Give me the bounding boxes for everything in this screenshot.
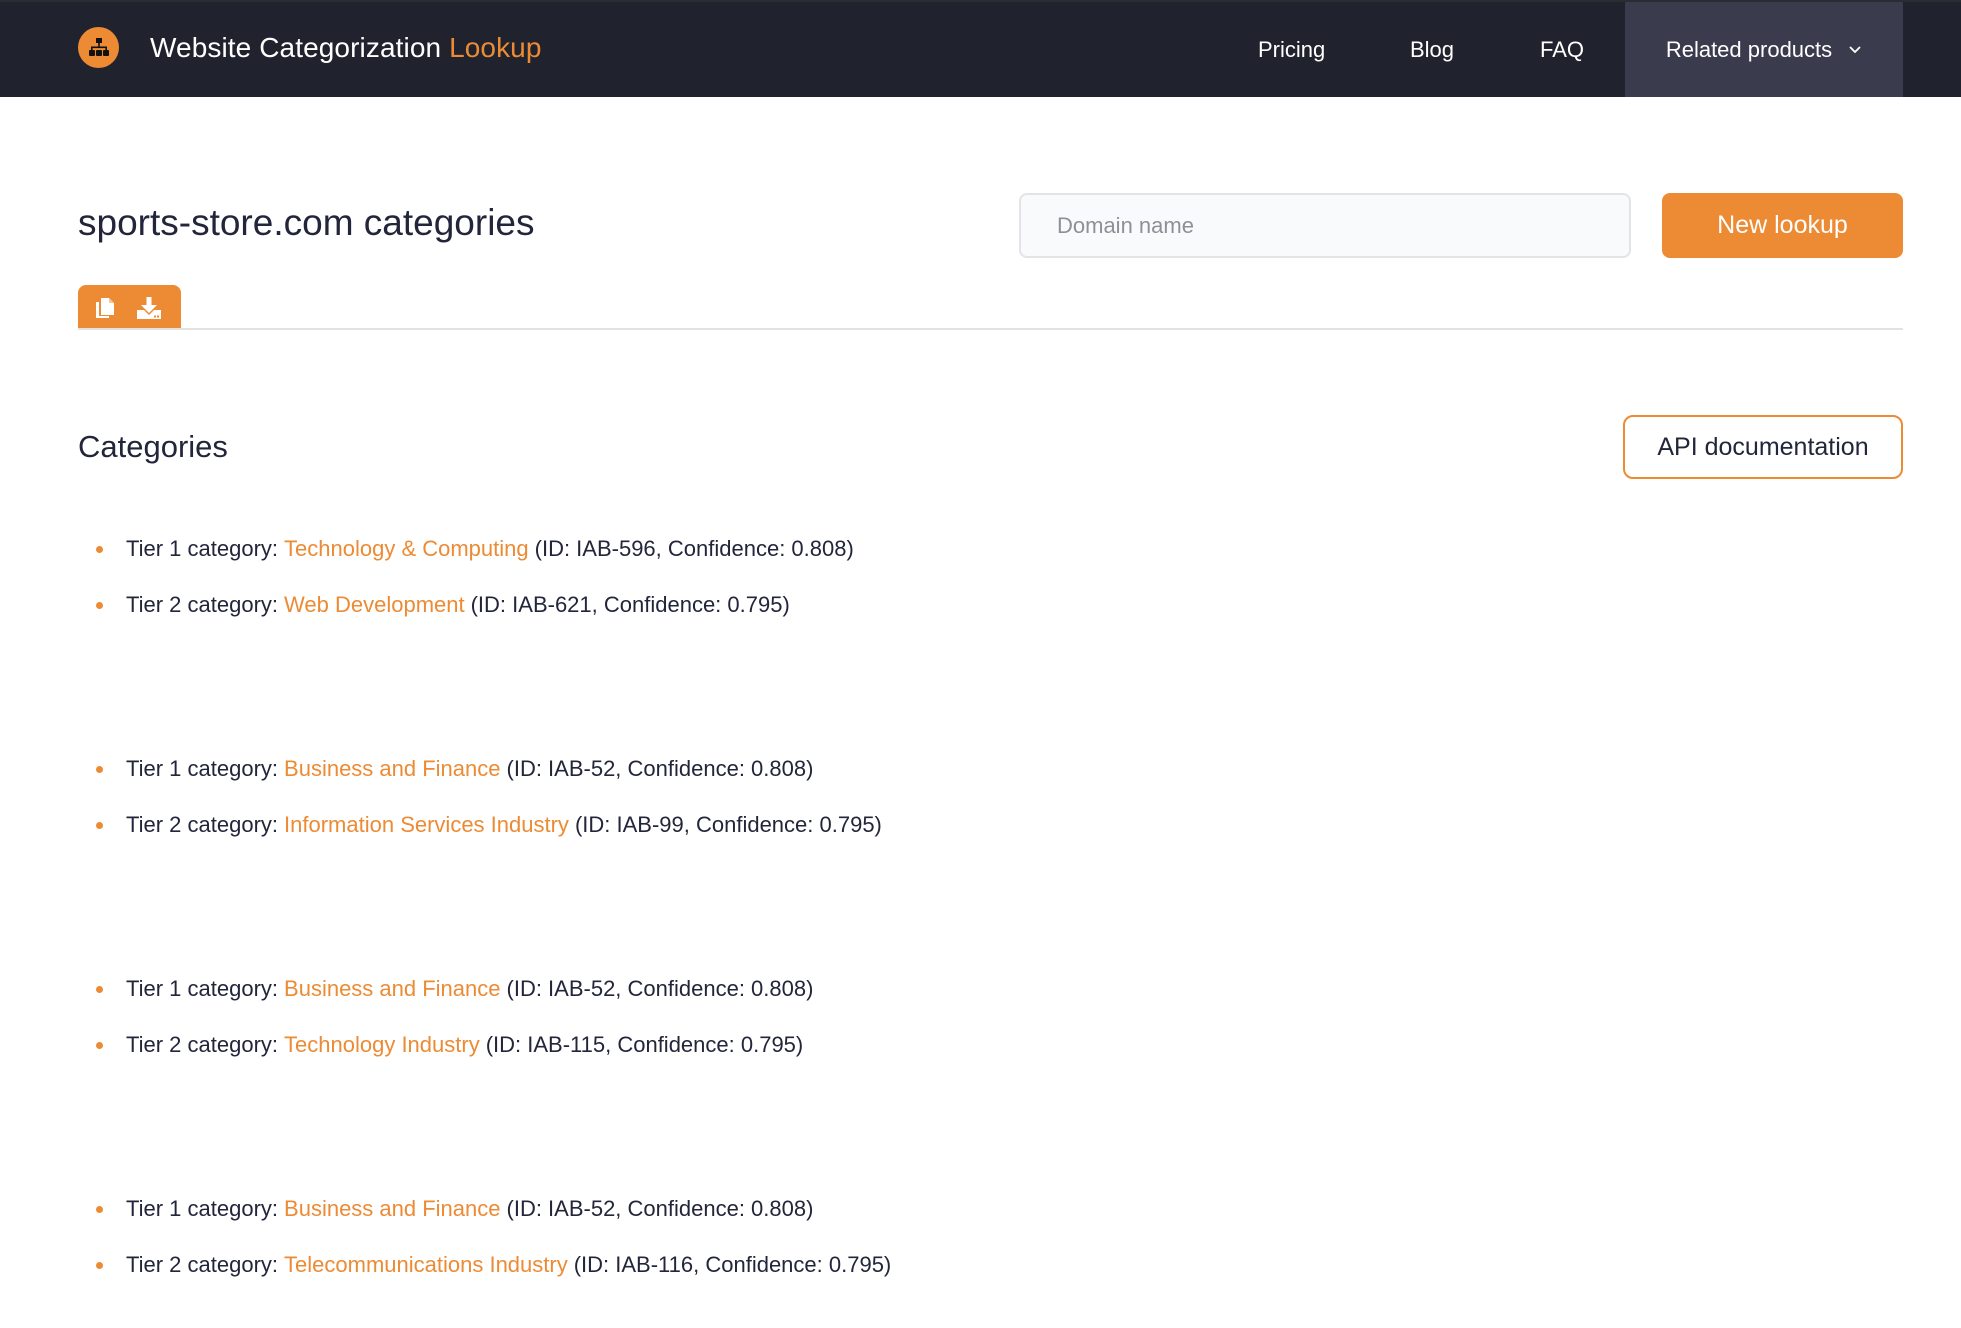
tier-label: Tier 2 category: bbox=[126, 1032, 279, 1057]
nav-pricing[interactable]: Pricing bbox=[1258, 2, 1325, 97]
category-group: Tier 1 category: Business and Finance (I… bbox=[96, 741, 882, 853]
tab-divider bbox=[78, 328, 1903, 330]
category-details: (ID: IAB-52, Confidence: 0.808) bbox=[506, 756, 814, 781]
api-documentation-button[interactable]: API documentation bbox=[1623, 415, 1903, 479]
bullet-icon bbox=[96, 1042, 103, 1049]
list-item: Tier 1 category: Technology & Computing … bbox=[96, 521, 854, 577]
category-group: Tier 1 category: Technology & Computing … bbox=[96, 521, 854, 633]
list-item: Tier 1 category: Business and Finance (I… bbox=[96, 961, 813, 1017]
brand[interactable]: Website Categorization Lookup bbox=[78, 27, 542, 68]
nav-faq[interactable]: FAQ bbox=[1540, 2, 1584, 97]
list-item: Tier 2 category: Information Services In… bbox=[96, 797, 882, 853]
category-details: (ID: IAB-621, Confidence: 0.795) bbox=[470, 592, 790, 617]
tier-label: Tier 2 category: bbox=[126, 1252, 279, 1277]
download-icon[interactable] bbox=[136, 296, 162, 320]
category-group: Tier 1 category: Business and Finance (I… bbox=[96, 961, 813, 1073]
tier-label: Tier 2 category: bbox=[126, 812, 279, 837]
categories-heading: Categories bbox=[78, 429, 228, 464]
category-link[interactable]: Technology Industry bbox=[284, 1032, 480, 1058]
category-link[interactable]: Business and Finance bbox=[284, 1196, 500, 1222]
brand-accent: Lookup bbox=[449, 31, 542, 63]
bullet-icon bbox=[96, 1262, 103, 1269]
category-details: (ID: IAB-115, Confidence: 0.795) bbox=[485, 1032, 804, 1057]
list-item: Tier 2 category: Technology Industry (ID… bbox=[96, 1017, 813, 1073]
nav-pricing-label: Pricing bbox=[1258, 36, 1326, 62]
bullet-icon bbox=[96, 986, 103, 993]
nav-blog-label: Blog bbox=[1410, 36, 1455, 62]
category-details: (ID: IAB-52, Confidence: 0.808) bbox=[506, 976, 814, 1001]
bullet-icon bbox=[96, 1206, 103, 1213]
domain-input[interactable] bbox=[1019, 193, 1631, 258]
bullet-icon bbox=[96, 602, 103, 609]
bullet-icon bbox=[96, 822, 103, 829]
category-link[interactable]: Business and Finance bbox=[284, 756, 500, 782]
category-details: (ID: IAB-99, Confidence: 0.795) bbox=[574, 812, 882, 837]
nav-related-label: Related products bbox=[1665, 36, 1833, 62]
category-link[interactable]: Web Development bbox=[284, 592, 465, 618]
tier-label: Tier 2 category: bbox=[126, 592, 279, 617]
bullet-icon bbox=[96, 766, 103, 773]
tier-label: Tier 1 category: bbox=[126, 536, 279, 561]
list-item: Tier 2 category: Web Development (ID: IA… bbox=[96, 577, 854, 633]
page-title: sports-store.com categories bbox=[78, 202, 535, 243]
list-item: Tier 2 category: Telecommunications Indu… bbox=[96, 1237, 891, 1293]
tier-label: Tier 1 category: bbox=[126, 1196, 279, 1221]
new-lookup-button[interactable]: New lookup bbox=[1662, 193, 1903, 258]
category-details: (ID: IAB-596, Confidence: 0.808) bbox=[534, 536, 854, 561]
brand-name: Website Categorization bbox=[150, 31, 442, 63]
category-group: Tier 1 category: Business and Finance (I… bbox=[96, 1181, 891, 1293]
chevron-down-icon bbox=[1848, 45, 1862, 55]
category-link[interactable]: Telecommunications Industry bbox=[284, 1252, 568, 1278]
tier-label: Tier 1 category: bbox=[126, 976, 279, 1001]
copy-icon[interactable] bbox=[94, 296, 116, 320]
navbar: Website Categorization Lookup Pricing Bl… bbox=[0, 0, 1961, 97]
category-link[interactable]: Technology & Computing bbox=[284, 536, 529, 562]
export-toolbar bbox=[78, 285, 181, 330]
nav-blog[interactable]: Blog bbox=[1410, 2, 1454, 97]
list-item: Tier 1 category: Business and Finance (I… bbox=[96, 1181, 891, 1237]
category-details: (ID: IAB-52, Confidence: 0.808) bbox=[506, 1196, 814, 1221]
list-item: Tier 1 category: Business and Finance (I… bbox=[96, 741, 882, 797]
tier-label: Tier 1 category: bbox=[126, 756, 279, 781]
bullet-icon bbox=[96, 546, 103, 553]
nav-related-products[interactable]: Related products bbox=[1625, 2, 1903, 97]
category-link[interactable]: Information Services Industry bbox=[284, 812, 569, 838]
brand-title: Website Categorization Lookup bbox=[150, 32, 542, 64]
category-details: (ID: IAB-116, Confidence: 0.795) bbox=[573, 1252, 892, 1277]
category-link[interactable]: Business and Finance bbox=[284, 976, 500, 1002]
sitemap-icon bbox=[78, 27, 119, 68]
nav-faq-label: FAQ bbox=[1540, 36, 1585, 62]
